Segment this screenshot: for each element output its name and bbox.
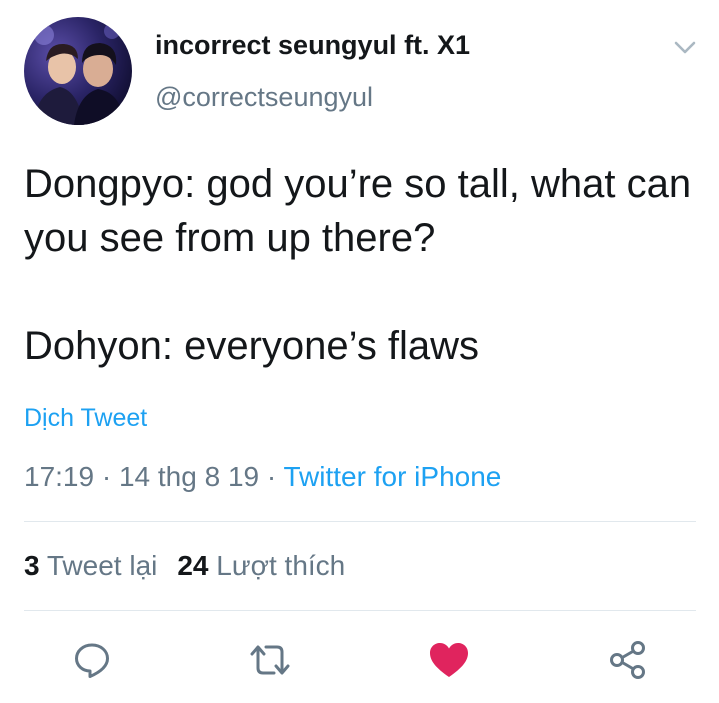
retweets-stat[interactable]: 3 Tweet lại: [24, 550, 157, 581]
like-button[interactable]: [427, 638, 471, 682]
engagement-stats: 3 Tweet lại 24 Lượt thích: [24, 550, 345, 582]
meta-separator: ·: [94, 461, 119, 492]
more-options-button[interactable]: [670, 34, 700, 60]
translate-tweet-link[interactable]: Dịch Tweet: [24, 404, 147, 433]
likes-count: 24: [177, 550, 209, 581]
tweet-source-link[interactable]: Twitter for iPhone: [283, 461, 501, 492]
tweet-time: 17:19: [24, 461, 95, 492]
likes-stat[interactable]: 24 Lượt thích: [177, 550, 345, 581]
divider: [24, 610, 696, 611]
tweet-text-line: Dongpyo: god you’re so tall, what can yo…: [24, 162, 692, 260]
retweet-icon: [250, 645, 290, 675]
meta-separator: ·: [259, 461, 284, 492]
retweet-button[interactable]: [248, 638, 292, 682]
retweets-label: Tweet lại: [46, 550, 158, 581]
divider: [24, 521, 696, 522]
heart-icon: [430, 643, 468, 677]
avatar-photo: [34, 23, 124, 125]
retweets-count: 3: [24, 550, 40, 581]
chevron-down-icon: [674, 41, 696, 54]
reply-icon: [75, 643, 109, 678]
share-icon: [610, 641, 645, 679]
tweet-detail: incorrect seungyul ft. X1 @correctseungy…: [0, 0, 719, 703]
share-button[interactable]: [606, 638, 650, 682]
reply-button[interactable]: [70, 638, 114, 682]
likes-label: Lượt thích: [216, 550, 346, 581]
user-handle[interactable]: @correctseungyul: [155, 82, 373, 113]
tweet-text: Dongpyo: god you’re so tall, what can yo…: [24, 157, 704, 373]
display-name[interactable]: incorrect seungyul ft. X1: [155, 30, 470, 61]
tweet-text-line: Dohyon: everyone’s flaws: [24, 324, 480, 368]
tweet-metadata: 17:19 · 14 thg 8 19 · Twitter for iPhone: [24, 461, 501, 493]
tweet-date: 14 thg 8 19: [118, 461, 260, 492]
avatar[interactable]: [24, 17, 132, 125]
